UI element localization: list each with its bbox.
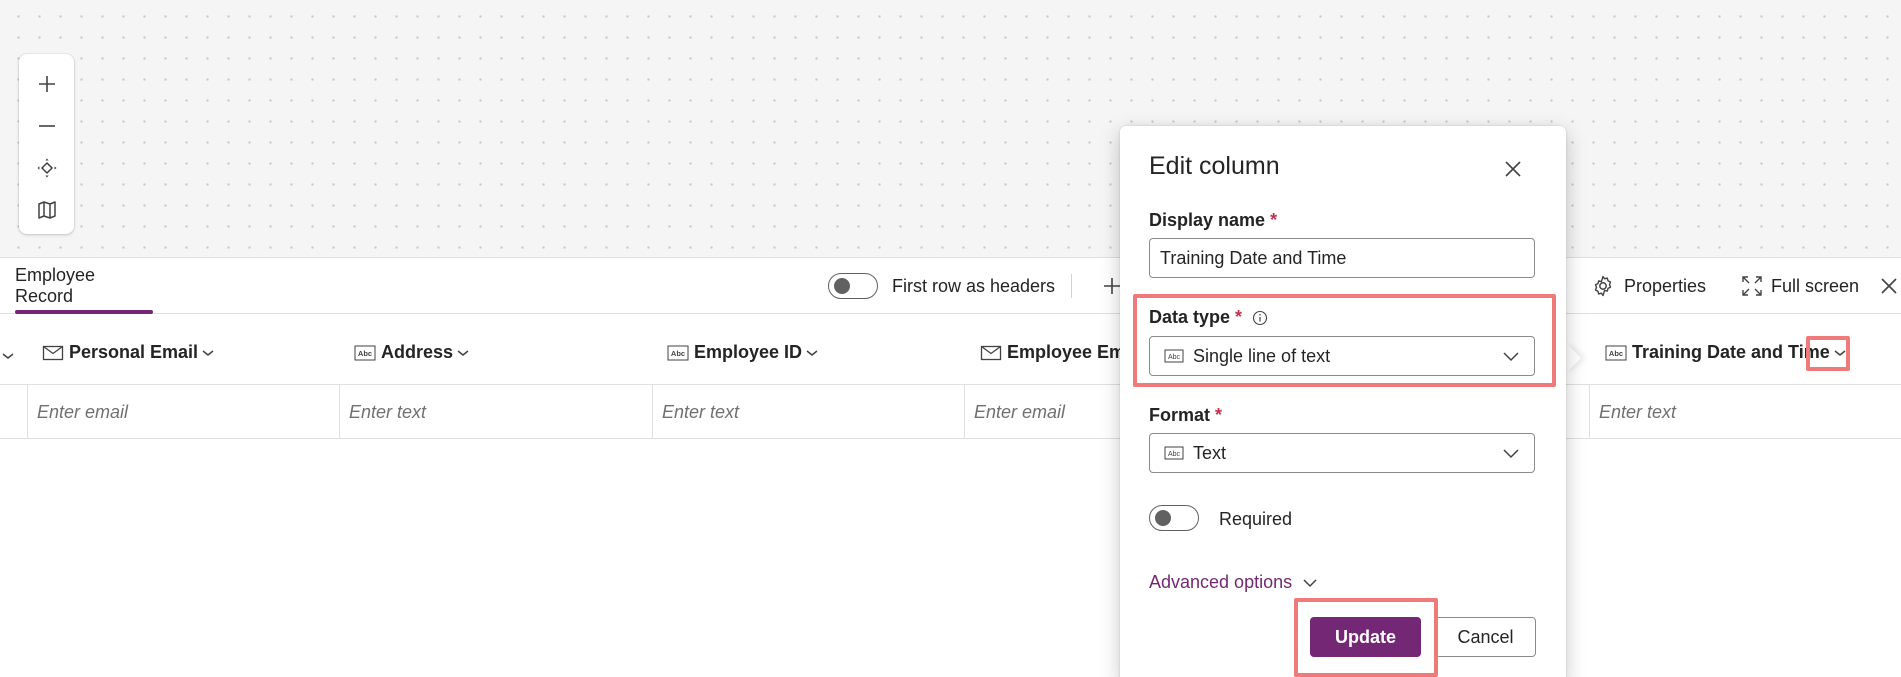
- map-icon: [37, 201, 56, 219]
- fullscreen-button[interactable]: Full screen: [1771, 276, 1859, 297]
- required-marker: *: [1270, 210, 1278, 230]
- format-value: Text: [1193, 442, 1227, 463]
- toggle-knob: [1155, 510, 1171, 526]
- zoom-out-icon: [38, 125, 55, 127]
- label-text: Data type: [1149, 307, 1231, 327]
- chevron-down-icon: [1503, 352, 1519, 362]
- cell-placeholder: Enter text: [662, 401, 740, 422]
- chevron-down-icon: [1503, 449, 1519, 459]
- svg-text:Abc: Abc: [671, 349, 685, 358]
- chevron-down-icon: [1303, 578, 1317, 587]
- tab-employee-record[interactable]: Employee Record: [15, 258, 153, 314]
- fit-view-button[interactable]: [27, 148, 67, 188]
- table-toolbar: Employee Record First row as headers Pro…: [0, 258, 1901, 314]
- column-header-employee-id[interactable]: Abc Employee ID: [667, 342, 818, 363]
- table-row: Enter email Enter text Enter text Enter …: [0, 385, 1901, 439]
- cell-placeholder: Enter text: [349, 401, 427, 422]
- required-marker: *: [1215, 405, 1223, 425]
- svg-text:Abc: Abc: [358, 349, 372, 358]
- tab-label: Employee Record: [15, 265, 96, 306]
- edit-column-dialog: Edit column Display name * Data type * A…: [1120, 126, 1566, 677]
- first-row-headers-toggle[interactable]: [828, 273, 878, 299]
- text-abc-icon: Abc: [1164, 349, 1184, 363]
- display-name-input[interactable]: [1149, 238, 1535, 278]
- dialog-title: Edit column: [1149, 152, 1280, 180]
- column-header-training-date[interactable]: Abc Training Date and Time: [1605, 342, 1846, 363]
- column-header-row: Personal Email Abc Address Abc Employee …: [0, 314, 1901, 385]
- column-header-address[interactable]: Abc Address: [354, 342, 469, 363]
- map-button[interactable]: [27, 190, 67, 230]
- fit-view-icon: [37, 158, 56, 178]
- required-label: Required: [1219, 509, 1293, 529]
- data-type-label: Data type *: [1149, 307, 1268, 328]
- canvas-area[interactable]: [0, 0, 1901, 258]
- fullscreen-icon[interactable]: [1740, 274, 1764, 298]
- label-text: Format: [1149, 405, 1211, 425]
- column-header-employee-email[interactable]: Employee Ema: [980, 342, 1135, 363]
- cell-placeholder: Enter email: [974, 401, 1066, 422]
- zoom-in-icon: [38, 76, 55, 92]
- text-abc-icon: Abc: [354, 345, 376, 360]
- update-button[interactable]: Update: [1310, 617, 1421, 657]
- zoom-in-button[interactable]: [27, 64, 67, 104]
- toggle-knob: [834, 278, 850, 294]
- gear-icon[interactable]: [1591, 274, 1615, 298]
- column-title: Employee Ema: [1007, 342, 1136, 362]
- cell-training-date[interactable]: Enter text: [1589, 385, 1901, 439]
- properties-button[interactable]: Properties: [1624, 276, 1706, 297]
- mail-icon: [980, 345, 1002, 360]
- column-title: Personal Email: [69, 342, 199, 362]
- cell-personal-email[interactable]: Enter email: [27, 385, 339, 439]
- close-icon: [1505, 161, 1521, 177]
- label-text: Display name: [1149, 210, 1266, 230]
- required-toggle[interactable]: [1149, 505, 1199, 531]
- cell-placeholder: Enter email: [37, 401, 129, 422]
- column-header-personal-email[interactable]: Personal Email: [42, 342, 214, 363]
- toolbar-divider: [1071, 274, 1072, 298]
- text-abc-icon: Abc: [1164, 446, 1184, 460]
- format-label: Format *: [1149, 405, 1222, 426]
- cell-placeholder: Enter text: [1599, 401, 1677, 422]
- column-title: Address: [381, 342, 454, 362]
- svg-text:Abc: Abc: [1168, 354, 1181, 361]
- data-type-value: Single line of text: [1193, 345, 1331, 366]
- dialog-close-button[interactable]: [1498, 154, 1528, 184]
- cancel-button[interactable]: Cancel: [1435, 617, 1536, 657]
- chevron-down-icon: [457, 349, 469, 356]
- required-marker: *: [1235, 307, 1243, 327]
- svg-text:Abc: Abc: [1168, 451, 1181, 458]
- first-row-headers-label: First row as headers: [892, 276, 1056, 296]
- column-title: Training Date and Time: [1632, 342, 1830, 362]
- cell-address[interactable]: Enter text: [339, 385, 652, 439]
- data-type-select[interactable]: Abc Single line of text: [1149, 336, 1535, 376]
- info-icon[interactable]: [1252, 310, 1268, 326]
- chevron-down-icon: [806, 349, 818, 356]
- text-abc-icon: Abc: [667, 345, 689, 360]
- display-name-label: Display name *: [1149, 210, 1277, 231]
- advanced-options-label: Advanced options: [1149, 572, 1293, 592]
- column-title: Employee ID: [694, 342, 803, 362]
- chevron-down-icon: [202, 349, 214, 356]
- svg-text:Abc: Abc: [1609, 349, 1623, 358]
- cell-employee-id[interactable]: Enter text: [652, 385, 964, 439]
- format-select[interactable]: Abc Text: [1149, 433, 1535, 473]
- zoom-out-button[interactable]: [27, 106, 67, 146]
- zoom-toolbar: [19, 54, 74, 234]
- chevron-down-icon[interactable]: [2, 351, 14, 361]
- text-abc-icon: Abc: [1605, 345, 1627, 360]
- advanced-options-link[interactable]: Advanced options: [1149, 572, 1318, 593]
- column-menu-chevron-icon[interactable]: [1834, 348, 1846, 358]
- mail-icon: [42, 345, 64, 360]
- close-icon[interactable]: [1877, 274, 1901, 298]
